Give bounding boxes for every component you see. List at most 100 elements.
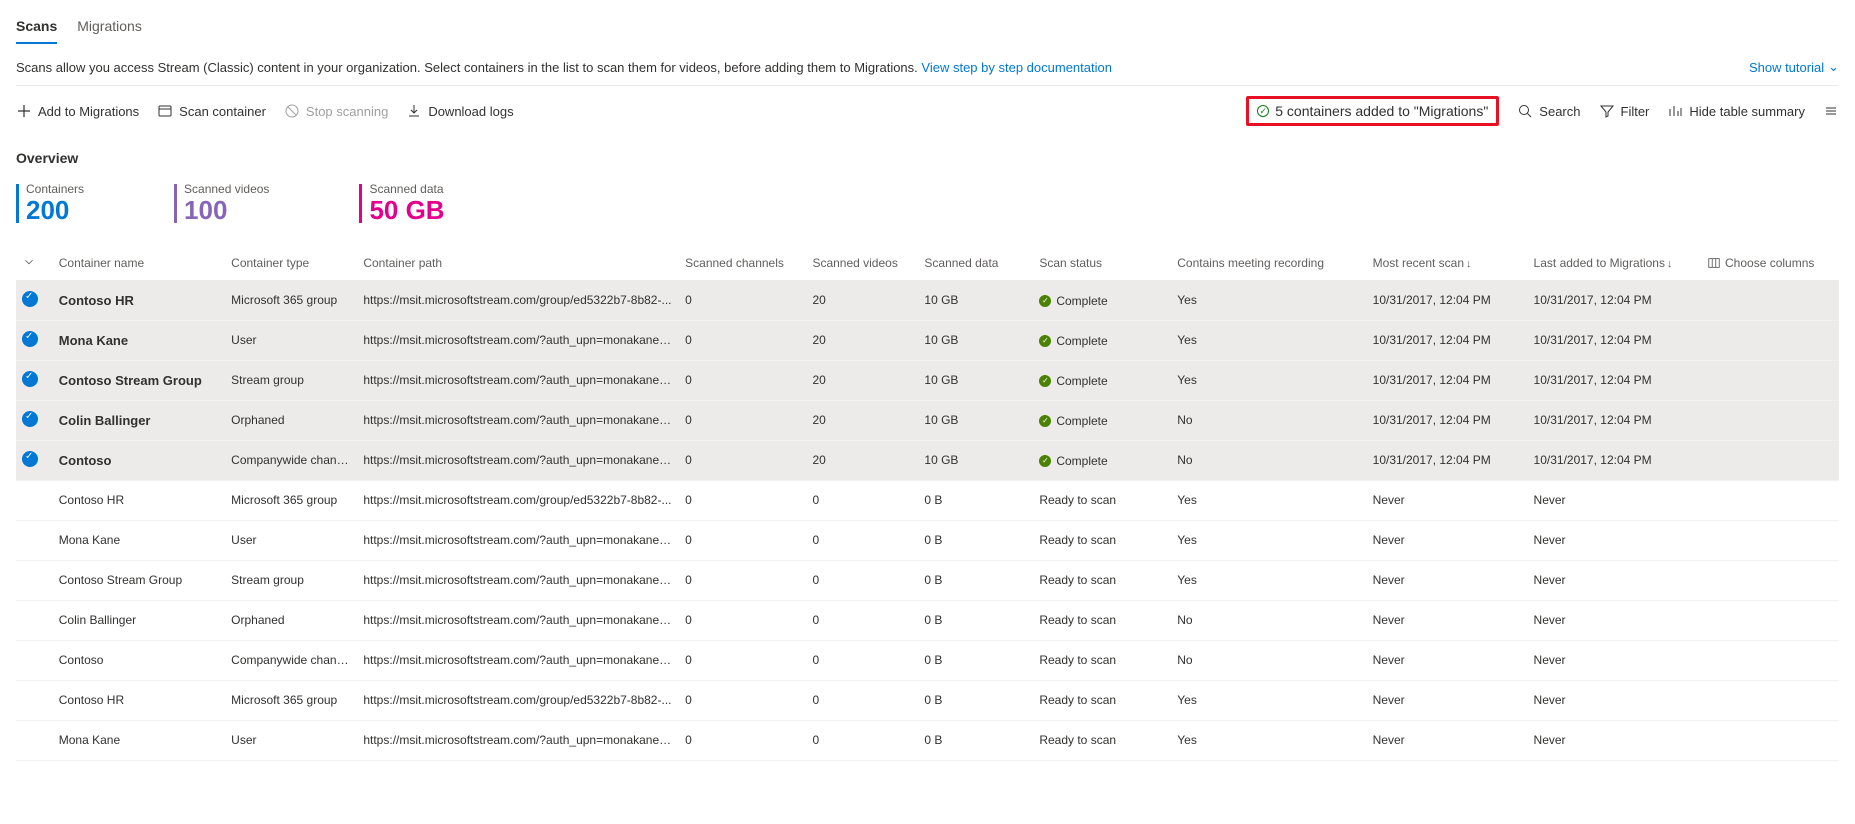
cell-data: 0 B bbox=[918, 480, 1033, 520]
cell-recording: Yes bbox=[1171, 280, 1366, 320]
row-select-cell[interactable] bbox=[16, 560, 53, 600]
more-icon bbox=[1823, 103, 1839, 119]
header-name[interactable]: Container name bbox=[53, 247, 225, 281]
row-checkbox[interactable] bbox=[22, 571, 38, 587]
table-row[interactable]: Contoso Companywide channel https://msit… bbox=[16, 640, 1839, 680]
cell-channels: 0 bbox=[679, 400, 806, 440]
cell-type: Companywide channel bbox=[225, 640, 357, 680]
row-select-cell[interactable] bbox=[16, 640, 53, 680]
add-to-migrations-button[interactable]: Add to Migrations bbox=[16, 103, 139, 119]
cell-name: Contoso HR bbox=[53, 280, 225, 320]
stat-videos-value: 100 bbox=[184, 196, 269, 225]
header-recording[interactable]: Contains meeting recording bbox=[1171, 247, 1366, 281]
description-text: Scans allow you access Stream (Classic) … bbox=[16, 60, 918, 75]
cell-type: Microsoft 365 group bbox=[225, 280, 357, 320]
row-select-cell[interactable] bbox=[16, 520, 53, 560]
header-channels[interactable]: Scanned channels bbox=[679, 247, 806, 281]
row-checkbox[interactable] bbox=[22, 691, 38, 707]
table-row[interactable]: Contoso Companywide channel https://msit… bbox=[16, 440, 1839, 480]
cell-channels: 0 bbox=[679, 680, 806, 720]
success-dot-icon: ✓ bbox=[1039, 455, 1051, 467]
more-button[interactable] bbox=[1823, 103, 1839, 119]
overview-heading: Overview bbox=[16, 136, 1839, 176]
table-row[interactable]: Contoso HR Microsoft 365 group https://m… bbox=[16, 680, 1839, 720]
row-checkbox[interactable] bbox=[22, 331, 38, 347]
row-checkbox[interactable] bbox=[22, 531, 38, 547]
cell-videos: 0 bbox=[806, 720, 918, 760]
row-select-cell[interactable] bbox=[16, 680, 53, 720]
hide-summary-button[interactable]: Hide table summary bbox=[1667, 103, 1805, 119]
row-select-cell[interactable] bbox=[16, 320, 53, 360]
header-select[interactable] bbox=[16, 247, 53, 281]
cell-type: Stream group bbox=[225, 560, 357, 600]
row-checkbox[interactable] bbox=[22, 291, 38, 307]
cell-recording: Yes bbox=[1171, 320, 1366, 360]
row-checkbox[interactable] bbox=[22, 651, 38, 667]
cell-status: Ready to scan bbox=[1033, 600, 1171, 640]
row-checkbox[interactable] bbox=[22, 731, 38, 747]
cell-name: Mona Kane bbox=[53, 720, 225, 760]
cell-data: 0 B bbox=[918, 600, 1033, 640]
container-name: Colin Ballinger bbox=[59, 613, 136, 627]
search-button[interactable]: Search bbox=[1517, 103, 1580, 119]
cell-data: 10 GB bbox=[918, 320, 1033, 360]
filter-button[interactable]: Filter bbox=[1599, 103, 1650, 119]
row-select-cell[interactable] bbox=[16, 440, 53, 480]
cell-recording: Yes bbox=[1171, 680, 1366, 720]
row-select-cell[interactable] bbox=[16, 400, 53, 440]
table-row[interactable]: Contoso Stream Group Stream group https:… bbox=[16, 560, 1839, 600]
header-status[interactable]: Scan status bbox=[1033, 247, 1171, 281]
header-videos[interactable]: Scanned videos bbox=[806, 247, 918, 281]
header-last-added[interactable]: Last added to Migrations↓ bbox=[1528, 247, 1701, 281]
row-checkbox[interactable] bbox=[22, 491, 38, 507]
cell-recording: No bbox=[1171, 440, 1366, 480]
header-type[interactable]: Container type bbox=[225, 247, 357, 281]
row-select-cell[interactable] bbox=[16, 720, 53, 760]
scan-icon bbox=[157, 103, 173, 119]
status-text: Ready to scan bbox=[1039, 573, 1116, 587]
table-row[interactable]: Contoso Stream Group Stream group https:… bbox=[16, 360, 1839, 400]
cell-channels: 0 bbox=[679, 320, 806, 360]
table-row[interactable]: Colin Ballinger Orphaned https://msit.mi… bbox=[16, 400, 1839, 440]
cell-recording: Yes bbox=[1171, 360, 1366, 400]
cell-type: Microsoft 365 group bbox=[225, 680, 357, 720]
choose-columns-button[interactable]: Choose columns bbox=[1701, 247, 1839, 281]
tab-migrations[interactable]: Migrations bbox=[77, 12, 142, 44]
stat-containers: Containers 200 bbox=[16, 182, 84, 225]
success-check-icon: ✓ bbox=[1257, 105, 1269, 117]
table-row[interactable]: Mona Kane User https://msit.microsoftstr… bbox=[16, 520, 1839, 560]
table-row[interactable]: Contoso HR Microsoft 365 group https://m… bbox=[16, 280, 1839, 320]
row-select-cell[interactable] bbox=[16, 480, 53, 520]
cell-path: https://msit.microsoftstream.com/?auth_u… bbox=[357, 520, 679, 560]
show-tutorial-label: Show tutorial bbox=[1749, 60, 1824, 75]
documentation-link[interactable]: View step by step documentation bbox=[921, 60, 1112, 75]
row-select-cell[interactable] bbox=[16, 280, 53, 320]
table-row[interactable]: Colin Ballinger Orphaned https://msit.mi… bbox=[16, 600, 1839, 640]
show-tutorial-button[interactable]: Show tutorial ⌄ bbox=[1749, 59, 1839, 75]
cell-recent: Never bbox=[1367, 600, 1528, 640]
row-checkbox[interactable] bbox=[22, 411, 38, 427]
row-select-cell[interactable] bbox=[16, 600, 53, 640]
cell-videos: 0 bbox=[806, 680, 918, 720]
container-name: Contoso bbox=[59, 453, 112, 468]
row-checkbox[interactable] bbox=[22, 451, 38, 467]
row-checkbox[interactable] bbox=[22, 611, 38, 627]
table-row[interactable]: Mona Kane User https://msit.microsoftstr… bbox=[16, 720, 1839, 760]
filter-label: Filter bbox=[1621, 104, 1650, 119]
table-row[interactable]: Mona Kane User https://msit.microsoftstr… bbox=[16, 320, 1839, 360]
header-path[interactable]: Container path bbox=[357, 247, 679, 281]
sort-desc-icon: ↓ bbox=[1667, 258, 1673, 270]
row-checkbox[interactable] bbox=[22, 371, 38, 387]
header-recent[interactable]: Most recent scan↓ bbox=[1367, 247, 1528, 281]
cell-type: User bbox=[225, 320, 357, 360]
row-select-cell[interactable] bbox=[16, 360, 53, 400]
cell-data: 10 GB bbox=[918, 280, 1033, 320]
download-logs-button[interactable]: Download logs bbox=[406, 103, 513, 119]
stop-icon bbox=[284, 103, 300, 119]
table-row[interactable]: Contoso HR Microsoft 365 group https://m… bbox=[16, 480, 1839, 520]
scan-container-button[interactable]: Scan container bbox=[157, 103, 266, 119]
stat-containers-label: Containers bbox=[26, 182, 84, 196]
status-complete: ✓Complete bbox=[1039, 294, 1107, 308]
header-data[interactable]: Scanned data bbox=[918, 247, 1033, 281]
tab-scans[interactable]: Scans bbox=[16, 12, 57, 44]
